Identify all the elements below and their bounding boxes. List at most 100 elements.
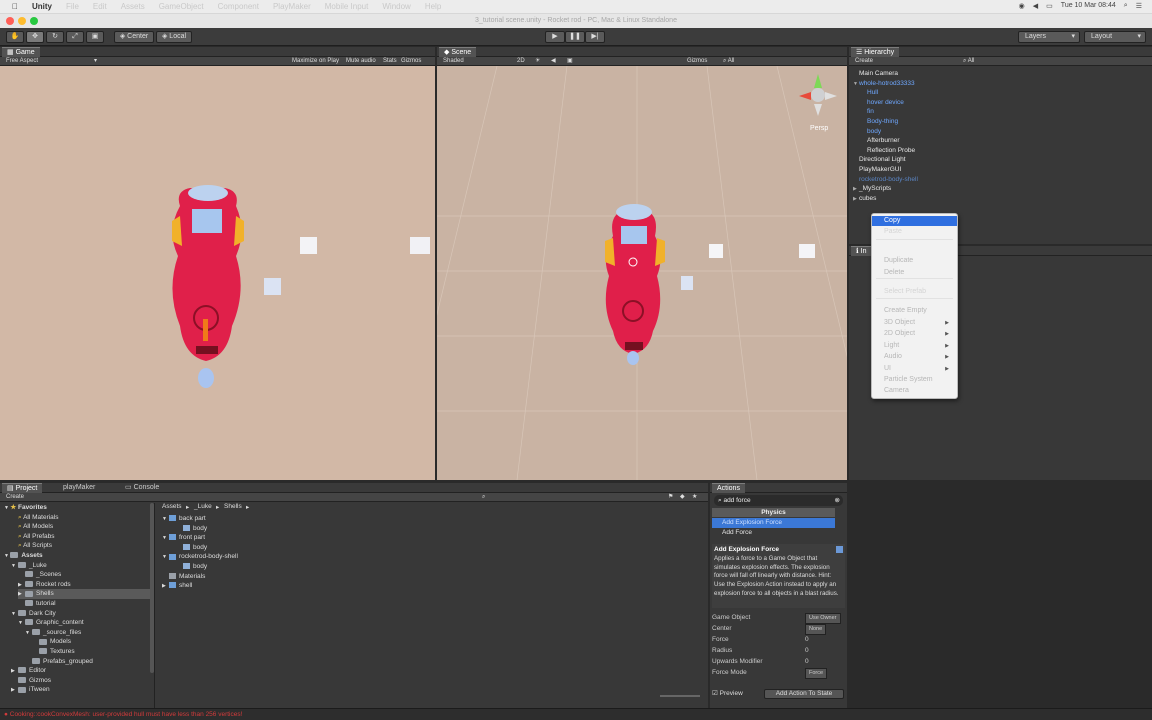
project-folder-item[interactable]: ▶ iTween [11,685,152,695]
audio-icon[interactable]: ◀ [551,57,556,66]
hierarchy-item[interactable]: fin [849,107,1139,117]
menu-unity[interactable]: Unity [32,2,52,11]
hand-tool-button[interactable]: ✋ [6,31,24,43]
action-list-item[interactable]: Add Force [712,528,835,538]
project-folder-item[interactable]: Gizmos [11,676,152,686]
project-folder-item[interactable]: ▶ Shells [18,589,152,599]
favorites-header[interactable]: ▼ ★ Favorites [4,503,47,513]
project-folder-item[interactable]: _Scenes [18,570,152,580]
file-item[interactable]: body [176,524,207,534]
expanded-arrow-icon[interactable]: ▼ [25,629,32,639]
minimize-window-button[interactable] [18,17,26,25]
scene-viewport[interactable]: Persp [437,66,847,480]
project-folder-item[interactable]: Prefabs_grouped [25,657,152,667]
hierarchy-item[interactable]: Reflection Probe [849,146,1139,156]
context-menu-item[interactable]: Copy [872,216,957,226]
menu-gameobject[interactable]: GameObject [159,2,204,11]
project-folder-item[interactable]: Models [32,637,152,647]
orientation-gizmo[interactable] [799,74,837,116]
context-menu-item[interactable]: Create Empty [872,306,957,316]
hierarchy-item[interactable]: Afterburner [849,136,1139,146]
tab-scene[interactable]: ◆ Scene [439,47,477,57]
maximize-on-play-toggle[interactable]: Maximize on Play [292,57,339,66]
property-value-field[interactable]: 0 [805,634,809,645]
context-menu-item[interactable]: Delete [872,268,957,278]
project-folder-item[interactable]: ▶ Rocket rods [18,580,152,590]
project-search-field[interactable]: ⌕ [482,493,485,502]
favorite-item[interactable]: ⌕ All Scripts [18,541,52,551]
favorite-star-icon[interactable]: ★ [692,493,697,502]
play-button[interactable]: ▶ [545,31,565,43]
hierarchy-item[interactable]: body [849,127,1139,137]
layout-dropdown[interactable]: Layout ▾ [1084,31,1146,43]
hierarchy-item[interactable]: ▶ _MyScripts [849,184,1139,194]
hierarchy-item[interactable]: rocketrod-body-shell [849,175,1139,185]
step-button[interactable]: ▶| [585,31,605,43]
hierarchy-item[interactable]: ▶ cubes [849,194,1139,204]
file-item[interactable]: ▼ back part [162,514,206,524]
spotlight-icon[interactable]: ⌕ [1124,2,1128,10]
menu-file[interactable]: File [66,2,79,11]
tab-game[interactable]: ▦ Game [2,47,40,57]
zoom-window-button[interactable] [30,17,38,25]
scene-gizmos-dropdown[interactable]: Gizmos [687,57,707,66]
collapsed-arrow-icon[interactable]: ▶ [11,686,18,696]
hierarchy-item[interactable]: ▼whole-hotrod33333 [849,79,1139,89]
context-menu-item[interactable]: Audio ▶ [872,352,957,362]
aspect-dropdown[interactable]: Free Aspect [6,57,38,66]
favorite-item[interactable]: ⌕ All Materials [18,513,59,523]
notifications-icon[interactable]: ☰ [1136,2,1142,10]
pause-button[interactable]: ❚❚ [565,31,585,43]
shading-dropdown[interactable]: Shaded [443,57,464,66]
context-menu-item[interactable]: Duplicate [872,256,957,266]
menu-window[interactable]: Window [382,2,410,11]
move-tool-button[interactable]: ✥ [26,31,44,43]
expanded-arrow-icon[interactable]: ▼ [162,553,169,563]
project-folder-item[interactable]: ▼ Graphic_content [18,618,152,628]
hierarchy-item[interactable]: hover device [849,98,1139,108]
pivot-space-toggle[interactable]: ◈ Local [156,31,192,43]
file-item[interactable]: ▶ shell [162,581,192,591]
effects-icon[interactable]: ▣ [567,57,573,66]
hierarchy-create-dropdown[interactable]: Create [855,57,873,66]
status-bar[interactable]: ● Cooking::cookConvexMesh: user-provided… [0,708,1152,720]
mute-audio-toggle[interactable]: Mute audio [346,57,376,66]
hierarchy-item[interactable]: Body-thing [849,117,1139,127]
context-menu-item[interactable]: Light ▶ [872,341,957,351]
favorite-item[interactable]: ⌕ All Models [18,522,53,532]
2d-toggle[interactable]: 2D [517,57,525,66]
icon-size-slider[interactable] [660,695,700,697]
rotate-tool-button[interactable]: ↻ [46,31,64,43]
add-action-button[interactable]: Add Action To State [764,689,844,699]
file-item[interactable]: ▼ rocketrod-body-shell [162,552,238,562]
project-folder-item[interactable]: tutorial [18,599,152,609]
property-value-field[interactable]: 0 [805,645,809,656]
project-folder-item[interactable]: ▶ Editor [11,666,152,676]
file-item[interactable]: body [176,543,207,553]
favorite-item[interactable]: ⌕ All Prefabs [18,532,55,542]
file-item[interactable]: Materials [162,572,205,582]
tab-playmaker[interactable]: playMaker [58,483,100,493]
layers-dropdown[interactable]: Layers ▾ [1018,31,1080,43]
filter-type-icon[interactable]: ⚑ [668,493,673,502]
actions-search-field[interactable]: ⌕ add force ⊗ [714,495,843,506]
volume-icon[interactable]: ◀ [1033,2,1038,10]
persp-label[interactable]: Persp [810,125,828,132]
menu-assets[interactable]: Assets [121,2,145,11]
breadcrumb-assets[interactable]: Assets [162,503,182,510]
rect-tool-button[interactable]: ▣ [86,31,104,43]
project-folder-item[interactable]: ▼ Dark City [11,609,152,619]
docs-icon[interactable] [836,546,843,553]
project-tree-scrollbar[interactable] [150,503,154,673]
menu-playmaker[interactable]: PlayMaker [273,2,311,11]
hierarchy-search-field[interactable]: ⌕ All [963,57,974,66]
game-viewport[interactable] [0,66,435,480]
expanded-arrow-icon[interactable]: ▼ [162,515,169,525]
hierarchy-item[interactable]: Main Camera [849,69,1139,79]
property-value-field[interactable]: Force [805,668,828,679]
pivot-center-toggle[interactable]: ◈ Center [114,31,154,43]
context-menu-item[interactable]: Particle System [872,375,957,385]
action-list-item[interactable]: Add Explosion Force [712,518,835,528]
project-folder-item[interactable]: ▼ _Luke [11,561,152,571]
clear-search-icon[interactable]: ⊗ [835,495,840,506]
